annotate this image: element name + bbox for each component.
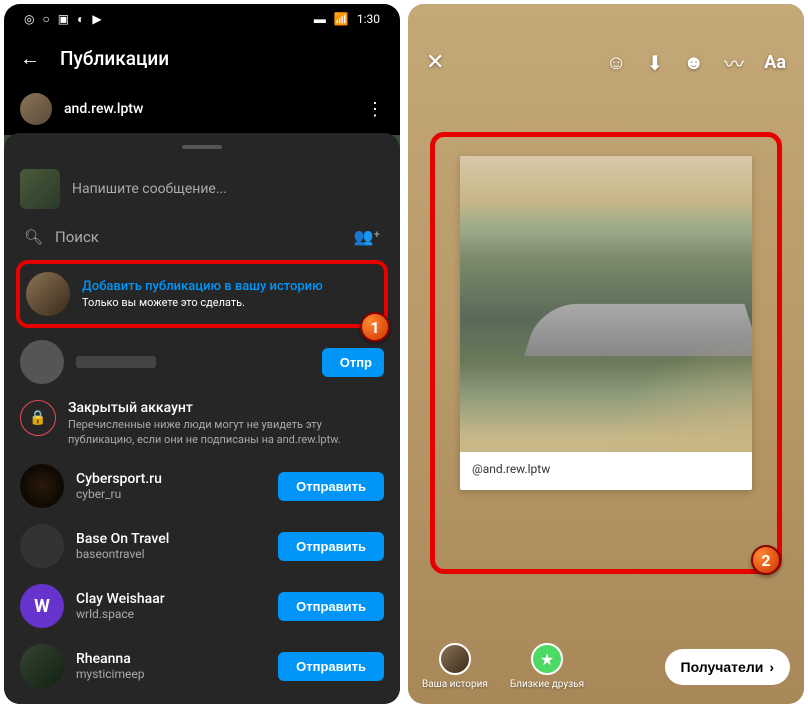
avatar (26, 272, 70, 316)
add-people-icon[interactable]: 👥⁺ (354, 227, 380, 246)
contact-text: Rheanna mysticimeep (76, 651, 266, 681)
status-right-icons: ▬ 📶 1:30 (314, 12, 380, 26)
private-text: Закрытый аккаунт Перечисленные ниже люди… (68, 400, 384, 448)
shared-post-card[interactable]: @and.rew.lptw (460, 156, 752, 490)
avatar: W (20, 584, 64, 628)
send-button[interactable]: Отправить (278, 652, 384, 681)
contact-row: W Clay Weishaar wrld.space Отправить (16, 576, 388, 636)
author-info[interactable]: and.rew.lptw (20, 93, 143, 125)
your-story-button[interactable]: Ваша история (422, 643, 488, 690)
private-account-notice: 🔒 Закрытый аккаунт Перечисленные ниже лю… (16, 392, 388, 456)
status-bar: ◎ ○ ▣ ◐ ▶ ▬ 📶 1:30 (4, 4, 400, 34)
avatar (20, 464, 64, 508)
author-username: and.rew.lptw (64, 101, 143, 117)
page-header: ← Публикации (4, 34, 400, 83)
your-story-label: Ваша история (422, 679, 488, 690)
add-story-text: Добавить публикацию в вашу историю Тольк… (82, 279, 378, 309)
annotation-badge-2: 2 (751, 545, 781, 575)
share-sheet-screen: ◎ ○ ▣ ◐ ▶ ▬ 📶 1:30 ← Публикации and.rew.… (4, 4, 400, 704)
contact-username: baseontravel (76, 547, 266, 561)
private-title: Закрытый аккаунт (68, 400, 384, 416)
contact-username: wrld.space (76, 607, 266, 621)
contact-name: Base On Travel (76, 531, 266, 547)
contact-row: Rheanna mysticimeep Отправить (16, 636, 388, 696)
contact-username: mysticimeep (76, 667, 266, 681)
app-icon: ◐ (77, 12, 84, 26)
face-filter-icon[interactable]: ☺ (606, 50, 626, 75)
story-footer: Ваша история ★ Близкие друзья Получатели… (408, 643, 804, 690)
app-icon: ▣ (58, 12, 69, 26)
share-sheet: Напишите сообщение... 🔍︎ Поиск 👥⁺ Добави… (4, 133, 400, 704)
post-caption: @and.rew.lptw (460, 452, 752, 490)
status-left-icons: ◎ ○ ▣ ◐ ▶ (24, 12, 102, 26)
contact-row: Base On Travel baseontravel Отправить (16, 516, 388, 576)
search-icon: 🔍︎ (24, 228, 43, 246)
close-friends-label: Близкие друзья (510, 679, 584, 690)
recipients-label: Получатели (681, 659, 764, 675)
story-editor-screen: ✕ ☺ ⬇ ☻ 〰 Aa 2 @and.rew.lptw Ваша истори… (408, 4, 804, 704)
message-placeholder: Напишите сообщение... (72, 181, 227, 197)
recipients-button[interactable]: Получатели › (665, 649, 791, 685)
contact-name: Clay Weishaar (76, 591, 266, 607)
post-image (460, 156, 752, 452)
send-button[interactable]: Отпр (322, 348, 384, 377)
lock-icon: 🔒 (20, 400, 56, 436)
avatar (439, 643, 471, 675)
post-thumbnail (20, 169, 60, 209)
signal-icon: ▬ (314, 12, 326, 26)
private-description: Перечисленные ниже люди могут не увидеть… (68, 418, 384, 448)
contact-text (76, 356, 310, 368)
text-icon[interactable]: Aa (764, 52, 786, 73)
instagram-icon: ◎ (24, 12, 34, 26)
page-title: Публикации (60, 47, 169, 70)
contact-row: Cybersport.ru cyber_ru Отправить (16, 456, 388, 516)
close-friends-button[interactable]: ★ Близкие друзья (510, 643, 584, 690)
star-icon: ★ (531, 643, 563, 675)
story-header: ✕ ☺ ⬇ ☻ 〰 Aa (408, 34, 804, 91)
app-icon: ▶ (92, 12, 101, 26)
add-to-story-option[interactable]: Добавить публикацию в вашу историю Тольк… (16, 260, 388, 328)
add-story-subtitle: Только вы можете это сделать. (82, 296, 378, 309)
contact-text: Base On Travel baseontravel (76, 531, 266, 561)
close-icon[interactable]: ✕ (426, 50, 444, 75)
avatar (20, 644, 64, 688)
send-button[interactable]: Отправить (278, 532, 384, 561)
redacted-name (76, 356, 156, 368)
foliage-shape (606, 334, 752, 452)
search-placeholder: Поиск (55, 228, 342, 246)
contact-text: Clay Weishaar wrld.space (76, 591, 266, 621)
message-input-row[interactable]: Напишите сообщение... (16, 161, 388, 217)
contact-row-hidden: Отпр (16, 332, 388, 392)
post-author-row: and.rew.lptw ⋮ (4, 83, 400, 135)
add-story-title: Добавить публикацию в вашу историю (82, 279, 378, 294)
more-options-icon[interactable]: ⋮ (366, 99, 384, 120)
sticker-icon[interactable]: ☻ (683, 50, 704, 75)
send-button[interactable]: Отправить (278, 592, 384, 621)
contact-text: Cybersport.ru cyber_ru (76, 471, 266, 501)
avatar (20, 93, 52, 125)
send-button[interactable]: Отправить (278, 472, 384, 501)
avatar (20, 524, 64, 568)
signal-icon: 📶 (334, 12, 349, 26)
drag-handle[interactable] (182, 145, 222, 149)
story-tools: ☺ ⬇ ☻ 〰 Aa (606, 48, 786, 77)
contact-name: Rheanna (76, 651, 266, 667)
back-arrow-icon[interactable]: ← (20, 46, 40, 71)
contact-username: cyber_ru (76, 487, 266, 501)
draw-icon[interactable]: 〰 (724, 48, 744, 77)
avatar (20, 340, 64, 384)
download-icon[interactable]: ⬇ (646, 51, 663, 75)
chevron-right-icon: › (769, 659, 774, 675)
contact-name: Cybersport.ru (76, 471, 266, 487)
search-row[interactable]: 🔍︎ Поиск 👥⁺ (16, 217, 388, 256)
time-label: 1:30 (357, 12, 380, 26)
app-icon: ○ (42, 12, 49, 26)
